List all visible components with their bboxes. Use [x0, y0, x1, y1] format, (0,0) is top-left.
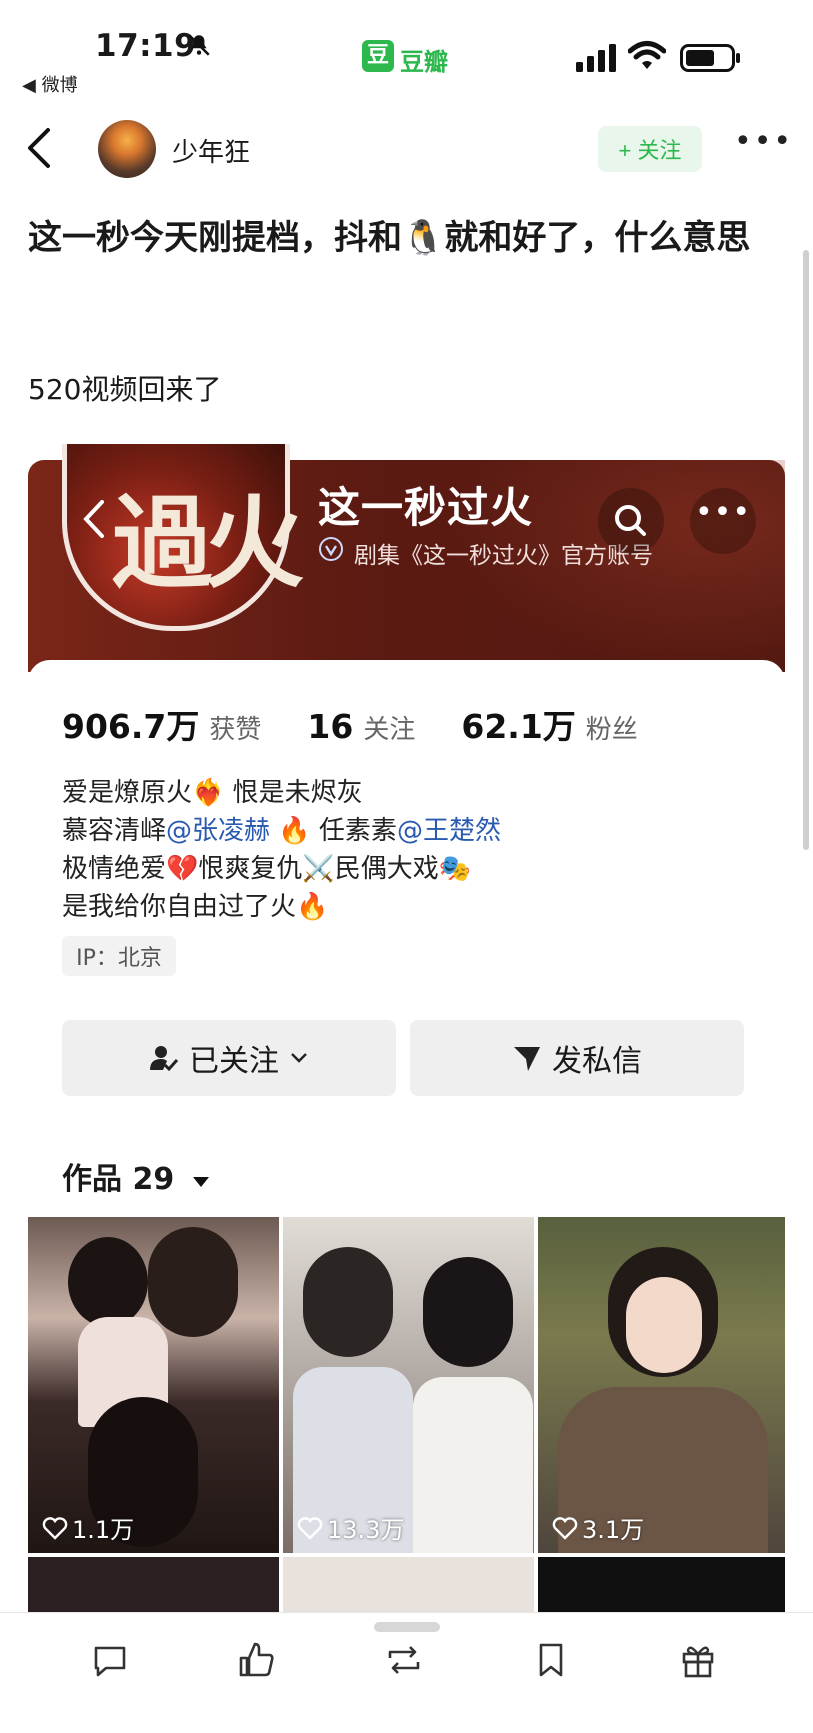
user-check-icon — [150, 1046, 179, 1072]
fans-label[interactable]: 粉丝 — [586, 709, 638, 746]
avatar[interactable] — [98, 120, 156, 178]
douban-logo-icon: 豆 — [362, 40, 394, 72]
poster-title-art: 過火 — [112, 484, 304, 602]
figure-shape — [626, 1277, 702, 1373]
ip-location-tag: IP：北京 — [62, 936, 176, 976]
repost-icon[interactable] — [384, 1640, 424, 1680]
likes-text: 13.3万 — [327, 1516, 405, 1544]
wifi-icon — [628, 41, 666, 69]
likes-count: 906.7万 — [62, 707, 200, 746]
bio-text: 慕容清峄 — [62, 816, 167, 846]
gift-icon[interactable] — [678, 1640, 718, 1680]
figure-shape — [413, 1377, 533, 1553]
figure-shape — [68, 1237, 148, 1327]
video-thumbnail-2[interactable] — [283, 1217, 534, 1553]
post-body: 520视频回来了 — [28, 373, 222, 406]
post-title: 这一秒今天刚提档，抖和🐧就和好了，什么意思 — [28, 218, 751, 258]
bell-muted-icon — [188, 34, 210, 56]
battery-icon — [680, 44, 740, 72]
video-thumbnail-6[interactable] — [538, 1557, 785, 1612]
bio-line-3: 极情绝爱💔恨爽复仇⚔️民偶大戏🎭 — [62, 854, 472, 884]
figure-shape — [423, 1257, 513, 1367]
bio-line-2: 慕容清峄@张凌赫 🔥 任素素@王楚然 — [62, 810, 501, 847]
send-message-button[interactable]: 发私信 — [410, 1020, 744, 1096]
followed-label: 已关注 — [189, 1045, 279, 1078]
followed-dropdown-button[interactable]: 已关注 — [62, 1020, 396, 1096]
heart-icon — [297, 1516, 323, 1540]
bio-text: 🔥 任素素 — [270, 816, 397, 846]
more-options-icon[interactable]: ••• — [734, 127, 791, 162]
video-thumbnail-5[interactable] — [283, 1557, 534, 1612]
profile-more-button[interactable]: ••• — [690, 488, 756, 554]
heart-icon — [552, 1516, 578, 1540]
video-thumbnail-1[interactable] — [28, 1217, 279, 1553]
heart-icon — [42, 1516, 68, 1540]
search-icon — [615, 505, 646, 536]
likes-label: 获赞 — [209, 715, 262, 745]
verified-icon — [319, 537, 343, 561]
video-likes-1: 1.1万 — [42, 1510, 134, 1545]
video-thumbnail-4[interactable] — [28, 1557, 279, 1612]
follow-button[interactable]: + 关注 — [598, 126, 702, 172]
bio-line-4: 是我给你自由过了火🔥 — [62, 892, 329, 922]
status-time: 17:19 — [95, 28, 197, 64]
chevron-down-icon — [291, 1053, 307, 1063]
back-arrow-icon[interactable] — [24, 126, 54, 170]
profile-back-icon[interactable] — [80, 498, 108, 540]
profile-search-button[interactable] — [598, 488, 664, 554]
following-count[interactable]: 16 — [307, 707, 353, 746]
scrollbar[interactable] — [803, 250, 809, 850]
bookmark-icon[interactable] — [531, 1640, 571, 1680]
following-label[interactable]: 关注 — [363, 709, 415, 746]
video-thumbnail-3[interactable] — [538, 1217, 785, 1553]
send-icon — [514, 1047, 540, 1071]
app-name: 豆瓣 — [400, 48, 448, 76]
account-name: 这一秒过火 — [318, 483, 534, 532]
send-message-label: 发私信 — [552, 1045, 642, 1078]
bio-line-1: 爱是燎原火❤️‍🔥 恨是未烬灰 — [62, 778, 363, 808]
username[interactable]: 少年狂 — [172, 132, 250, 169]
works-tab[interactable]: 作品 29 — [62, 1154, 211, 1198]
likes-text: 3.1万 — [582, 1516, 645, 1544]
mention-link[interactable]: @王楚然 — [397, 816, 501, 846]
stats-row: 906.7万 获赞 16 关注 62.1万 粉丝 — [62, 700, 638, 748]
video-likes-3: 3.1万 — [552, 1510, 644, 1545]
drag-handle[interactable] — [374, 1622, 440, 1632]
figure-shape — [303, 1247, 393, 1357]
fans-count[interactable]: 62.1万 — [461, 700, 575, 748]
video-likes-2: 13.3万 — [297, 1510, 404, 1545]
caret-down-icon — [192, 1177, 209, 1187]
likes-text: 1.1万 — [72, 1516, 135, 1544]
cellular-signal-icon — [576, 44, 616, 72]
like-icon[interactable] — [237, 1640, 277, 1680]
figure-shape — [148, 1227, 238, 1337]
back-to-weibo-link[interactable]: ◀ 微博 — [22, 71, 78, 97]
comment-icon[interactable] — [90, 1640, 130, 1680]
mention-link[interactable]: @张凌赫 — [166, 816, 270, 846]
works-label: 作品 29 — [62, 1162, 175, 1197]
